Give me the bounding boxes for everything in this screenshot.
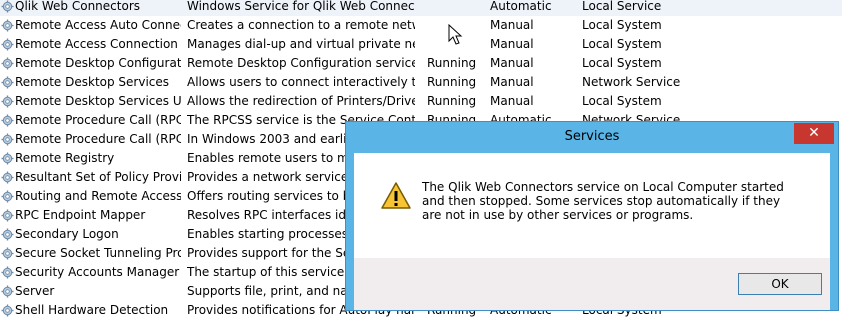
service-name: Remote Desktop Configuration xyxy=(15,56,181,70)
service-log-on-as: Local System xyxy=(582,56,662,70)
service-gear-icon xyxy=(1,114,14,127)
service-row[interactable]: Remote Access Connection ... Manages dial… xyxy=(0,35,842,54)
service-name: Secondary Logon xyxy=(15,227,119,241)
service-gear-icon xyxy=(1,0,14,13)
service-gear-icon xyxy=(1,57,14,70)
service-name: Remote Access Connection ... xyxy=(15,37,181,51)
service-name: RPC Endpoint Mapper xyxy=(15,208,146,222)
mouse-cursor-icon xyxy=(448,24,463,45)
service-name: Shell Hardware Detection xyxy=(15,303,169,317)
service-row[interactable]: Remote Access Auto Connec... Creates a co… xyxy=(0,16,842,35)
service-description: Remote Desktop Configuration service (R.… xyxy=(187,56,415,70)
close-button[interactable]: ✕ xyxy=(794,123,834,144)
service-name: Remote Desktop Services xyxy=(15,75,170,89)
service-gear-icon xyxy=(1,171,14,184)
service-gear-icon xyxy=(1,38,14,51)
service-status: Running xyxy=(427,56,477,70)
service-name: Remote Procedure Call (RPC) ... xyxy=(15,132,181,146)
service-description: Creates a connection to a remote networ.… xyxy=(187,18,415,32)
service-description: Windows Service for Qlik Web Connectors xyxy=(187,0,415,13)
dialog-message: The Qlik Web Connectors service on Local… xyxy=(422,180,784,222)
service-startup-type: Manual xyxy=(490,75,534,89)
dialog-title: Services xyxy=(564,129,620,144)
service-description: Allows users to connect interactively to… xyxy=(187,75,415,89)
service-gear-icon xyxy=(1,266,14,279)
service-startup-type: Manual xyxy=(490,18,534,32)
service-gear-icon xyxy=(1,133,14,146)
service-name: Remote Desktop Services Use... xyxy=(15,94,181,108)
service-name: Routing and Remote Access xyxy=(15,189,181,203)
service-log-on-as: Local Service xyxy=(582,0,662,13)
services-dialog: Services ✕ The Qlik Web Connectors servi… xyxy=(345,121,839,311)
service-gear-icon xyxy=(1,209,14,222)
service-gear-icon xyxy=(1,19,14,32)
service-startup-type: Manual xyxy=(490,56,534,70)
service-status: Running xyxy=(427,94,477,108)
service-description: Manages dial-up and virtual private netw… xyxy=(187,37,415,51)
service-row[interactable]: Remote Desktop Configuration Remote Deskt… xyxy=(0,54,842,73)
ok-button[interactable]: OK xyxy=(738,273,822,295)
service-startup-type: Manual xyxy=(490,37,534,51)
service-name: Server xyxy=(15,284,55,298)
service-gear-icon xyxy=(1,76,14,89)
service-gear-icon xyxy=(1,190,14,203)
service-status: Running xyxy=(427,75,477,89)
service-description: Allows the redirection of Printers/Drive… xyxy=(187,94,415,108)
service-log-on-as: Local System xyxy=(582,18,662,32)
service-row[interactable]: Qlik Web Connectors Windows Service for Q… xyxy=(0,0,842,16)
service-startup-type: Automatic xyxy=(490,0,552,13)
warning-icon xyxy=(381,182,411,209)
service-name: Security Accounts Manager xyxy=(15,265,180,279)
service-log-on-as: Network Service xyxy=(582,75,681,89)
service-name: Resultant Set of Policy Provider xyxy=(15,170,181,184)
service-name: Secure Socket Tunneling Prot... xyxy=(15,246,181,260)
dialog-footer: OK xyxy=(354,258,830,310)
service-row[interactable]: Remote Desktop Services Allows users to c… xyxy=(0,73,842,92)
service-name: Remote Access Auto Connec... xyxy=(15,18,181,32)
service-log-on-as: Local System xyxy=(582,37,662,51)
service-name: Remote Procedure Call (RPC) xyxy=(15,113,181,127)
service-gear-icon xyxy=(1,152,14,165)
service-log-on-as: Local System xyxy=(582,94,662,108)
service-gear-icon xyxy=(1,285,14,298)
dialog-body: The Qlik Web Connectors service on Local… xyxy=(354,153,830,310)
service-gear-icon xyxy=(1,228,14,241)
service-gear-icon xyxy=(1,247,14,260)
service-gear-icon xyxy=(1,95,14,108)
service-name: Remote Registry xyxy=(15,151,115,165)
service-startup-type: Manual xyxy=(490,94,534,108)
service-row[interactable]: Remote Desktop Services Use... Allows the… xyxy=(0,92,842,111)
service-name: Qlik Web Connectors xyxy=(15,0,140,13)
